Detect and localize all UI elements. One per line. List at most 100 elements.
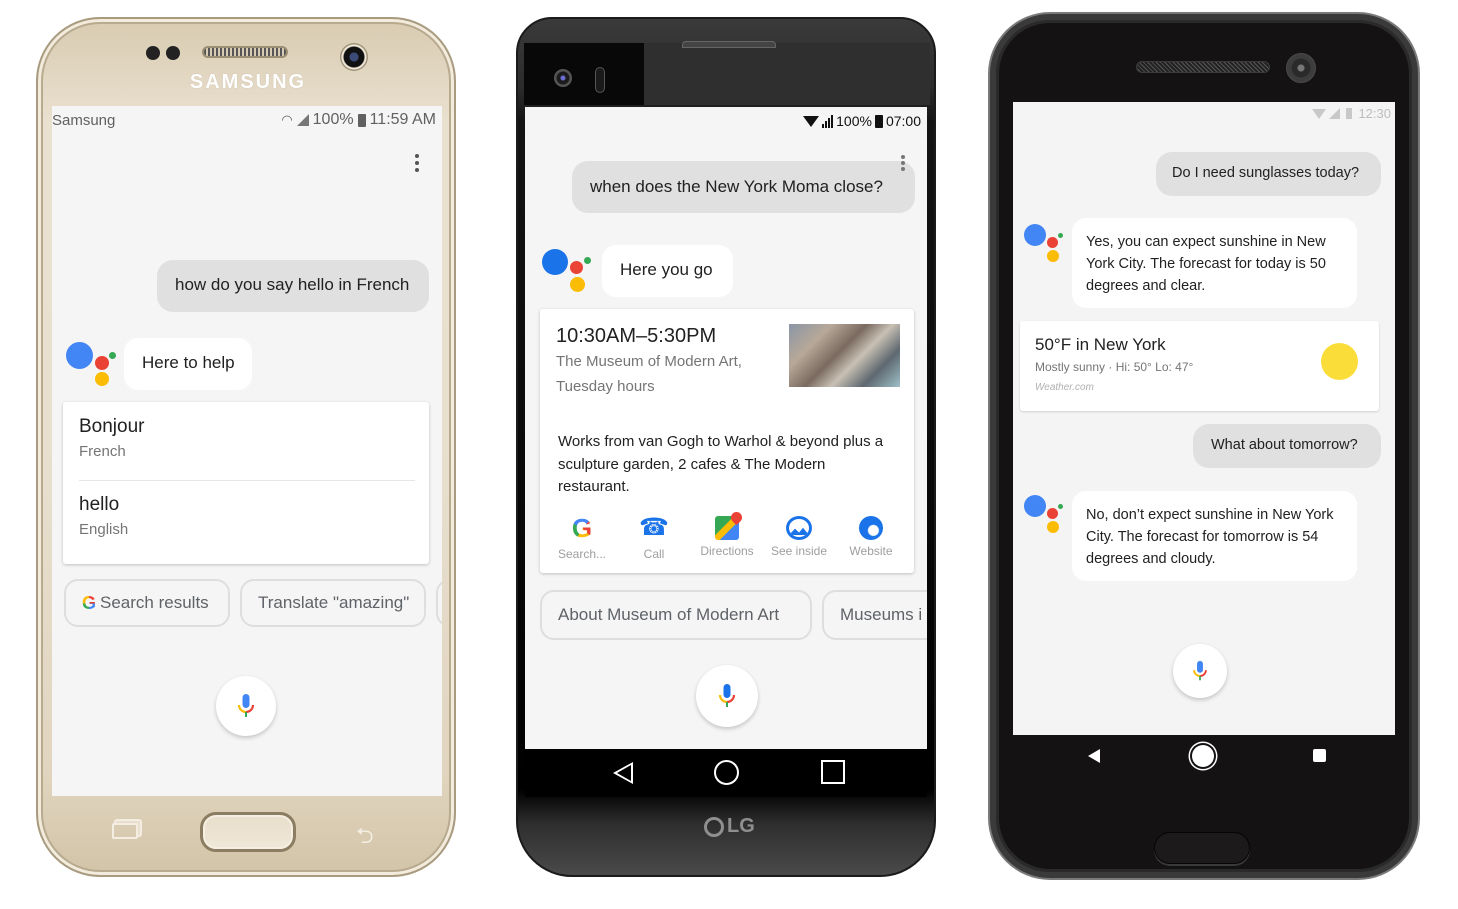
lg-face-icon — [704, 816, 724, 837]
google-assistant-logo — [1024, 224, 1068, 264]
front-sensor-icon — [146, 46, 160, 60]
home-button[interactable] — [200, 812, 296, 852]
samsung-phone: SAMSUNG Samsung ◠ 100% 11:59 AM how do y… — [36, 17, 456, 877]
place-photo[interactable] — [789, 324, 900, 387]
lg-screen: 100% 07:00 when does the New York Moma c… — [525, 107, 927, 749]
front-sensor-icon — [166, 46, 180, 60]
wifi-icon — [1312, 108, 1327, 119]
translation-card[interactable]: Bonjour French hello English — [63, 402, 429, 564]
action-search[interactable]: G Search... — [550, 513, 614, 561]
wifi-icon — [803, 115, 820, 127]
front-camera-icon — [1286, 53, 1316, 83]
chip-museums[interactable]: Museums i — [822, 590, 927, 640]
assistant-reply-bubble: No, don’t expect sunshine in New York Ci… — [1072, 491, 1357, 581]
assistant-reply-bubble: Here you go — [602, 245, 733, 297]
home-nav-button[interactable] — [1192, 745, 1214, 767]
weather-card[interactable]: 50°F in New York Mostly sunny · Hi: 50° … — [1020, 321, 1379, 411]
signal-icon — [1329, 108, 1341, 119]
second-screen-area — [524, 43, 644, 105]
clock: 07:00 — [885, 113, 921, 129]
place-name: The Museum of Modern Art, — [556, 353, 742, 370]
earpiece-speaker — [1136, 61, 1270, 73]
google-assistant-logo — [1024, 495, 1068, 535]
translation-row: Bonjour French — [79, 416, 145, 460]
weather-detail: Mostly sunny · Hi: 50° Lo: 47° — [1035, 360, 1194, 374]
mic-button[interactable] — [696, 665, 758, 727]
action-website[interactable]: Website — [838, 513, 904, 558]
action-see-inside[interactable]: See inside — [766, 513, 832, 558]
street-view-icon — [786, 516, 812, 540]
chip-translate[interactable]: Translate "amazing" — [240, 579, 426, 627]
wifi-icon: ◠ — [281, 112, 293, 127]
maps-icon — [715, 509, 745, 540]
chip-about-museum[interactable]: About Museum of Modern Art — [540, 590, 812, 640]
action-label: Search... — [557, 547, 607, 561]
google-assistant-logo — [66, 342, 118, 386]
chip-label: Search results — [100, 593, 209, 612]
brand-logo: SAMSUNG — [189, 71, 307, 93]
back-nav-button[interactable] — [613, 762, 633, 784]
translation-row: hello English — [79, 494, 128, 538]
more-options-icon[interactable] — [414, 154, 420, 172]
front-camera-icon — [340, 43, 368, 71]
battery-icon — [357, 113, 366, 127]
action-call[interactable]: ☎ Call — [622, 513, 686, 561]
back-key-icon[interactable]: ⮌ — [356, 819, 374, 857]
status-icons: ◠ 100% 11:59 AM — [281, 111, 436, 129]
back-nav-button[interactable] — [1088, 749, 1100, 763]
action-label: Directions — [700, 544, 754, 558]
user-query-bubble: Do I need sunglasses today? — [1156, 152, 1381, 196]
mic-button[interactable] — [216, 676, 276, 736]
user-query-bubble: how do you say hello in French — [157, 260, 429, 312]
lg-phone: 100% 07:00 when does the New York Moma c… — [516, 17, 936, 877]
clock: 11:59 AM — [369, 111, 436, 128]
chip-label: About Museum of Modern Art — [558, 605, 780, 624]
weather-source: Weather.com — [1035, 382, 1094, 393]
assistant-reply-bubble: Here to help — [124, 338, 252, 390]
action-label: See inside — [770, 544, 828, 558]
phone-icon: ☎ — [639, 514, 669, 541]
divider — [79, 480, 415, 481]
google-g-icon: G — [82, 592, 97, 613]
assistant-reply-bubble: Yes, you can expect sunshine in New York… — [1072, 218, 1357, 308]
status-icons: 100% 07:00 — [803, 113, 921, 129]
chip-label: Museums i — [840, 605, 923, 624]
hours-title: 10:30AM–5:30PM — [556, 325, 717, 347]
nav-bar — [1013, 735, 1395, 785]
signal-icon — [296, 114, 309, 126]
recents-nav-button[interactable] — [1313, 749, 1326, 762]
carrier-label: Samsung — [52, 112, 116, 129]
mic-icon — [237, 694, 255, 717]
google-assistant-logo — [542, 249, 592, 293]
fingerprint-home-button[interactable] — [1154, 832, 1250, 864]
brand-logo: LG — [704, 815, 755, 838]
nav-bar — [525, 749, 927, 797]
action-directions[interactable]: Directions — [694, 509, 760, 558]
battery-icon — [874, 114, 883, 128]
action-label: Call — [643, 547, 665, 561]
google-g-icon: G — [550, 513, 614, 543]
more-options-icon[interactable] — [901, 155, 907, 171]
earpiece-speaker — [682, 41, 776, 48]
recent-apps-key-icon[interactable] — [112, 823, 138, 839]
battery-percent: 100% — [836, 113, 872, 129]
translated-word: Bonjour — [79, 416, 145, 437]
chip-overflow[interactable] — [436, 579, 442, 627]
place-card[interactable]: 10:30AM–5:30PM The Museum of Modern Art,… — [540, 309, 914, 573]
pixel-phone: 12:30 Do I need sunglasses today? Yes, y… — [990, 14, 1418, 878]
chip-search-results[interactable]: G Search results — [64, 579, 230, 627]
proximity-sensor-icon — [595, 67, 605, 93]
action-label: Website — [849, 544, 893, 558]
globe-icon — [859, 516, 883, 540]
home-nav-button[interactable] — [714, 760, 739, 785]
source-word: hello — [79, 494, 120, 515]
chip-label: Translate "amazing" — [258, 593, 410, 612]
place-description: Works from van Gogh to Warhol & beyond p… — [558, 433, 884, 495]
mic-button[interactable] — [1173, 644, 1227, 698]
battery-percent: 100% — [312, 111, 354, 128]
weather-title: 50°F in New York — [1035, 335, 1166, 354]
recents-nav-button[interactable] — [821, 760, 845, 784]
mic-icon — [718, 684, 736, 707]
hours-day: Tuesday hours — [556, 378, 655, 395]
earpiece-speaker — [202, 46, 288, 58]
